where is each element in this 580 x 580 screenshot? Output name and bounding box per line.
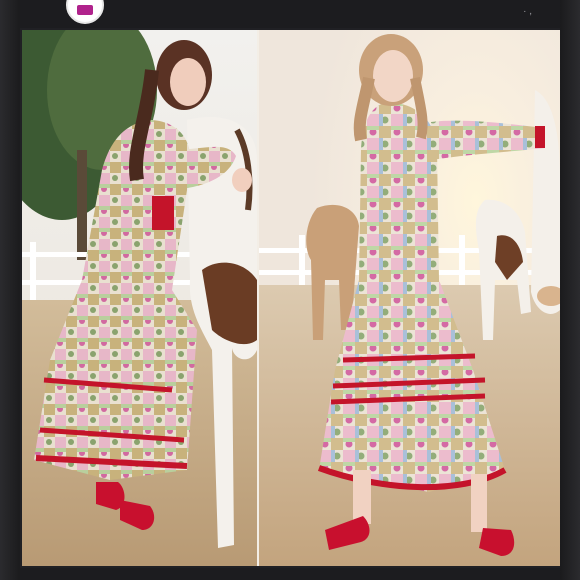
screenshot-frame: · ,	[0, 0, 580, 580]
photo-panel-right	[259, 30, 560, 566]
top-bar: · ,	[20, 0, 560, 28]
bottom-bar	[20, 568, 560, 580]
left-border	[0, 0, 20, 580]
status-text: · ,	[523, 6, 532, 17]
listing-photo[interactable]	[22, 30, 560, 566]
model-standing-right-illustration	[259, 30, 560, 566]
photo-panel-left	[22, 30, 257, 566]
profile-avatar-icon[interactable]	[66, 0, 104, 24]
right-border	[560, 0, 580, 580]
bag-icon	[77, 5, 93, 15]
model-with-horse-left-illustration	[22, 30, 257, 566]
